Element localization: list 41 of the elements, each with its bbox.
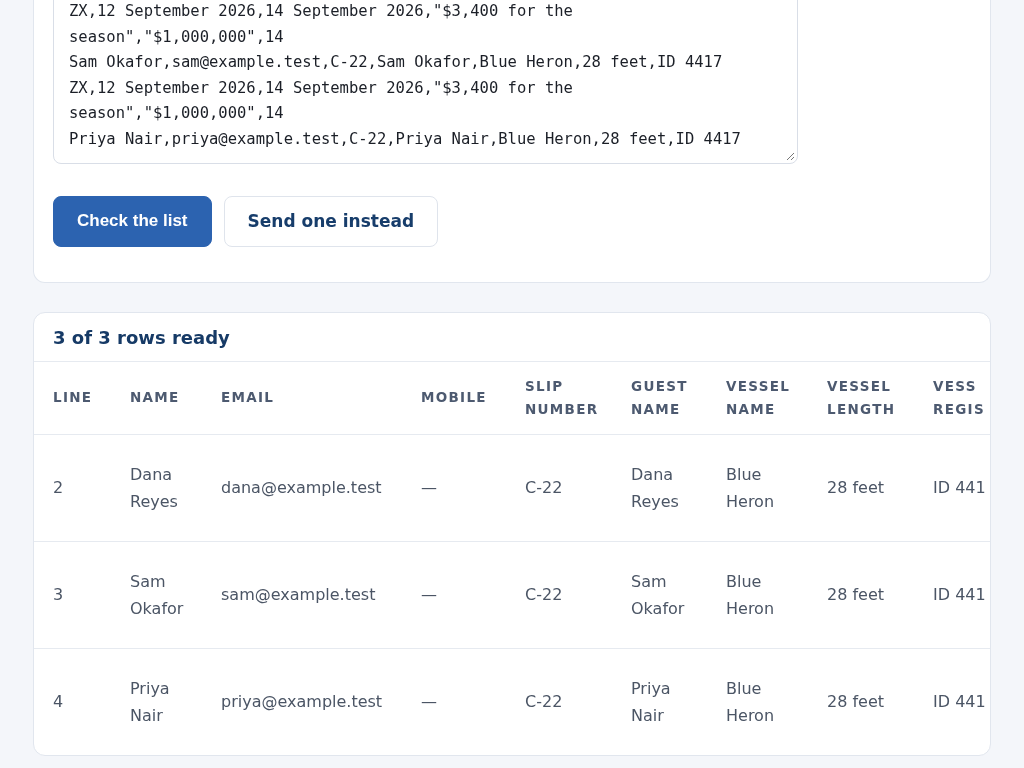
table-cell-text: 28 feet: [827, 691, 886, 714]
table-cell-text: C-22: [525, 584, 564, 607]
table-cell-text: ID 441: [933, 691, 987, 714]
table-cell-text: Blue Heron: [726, 463, 776, 513]
table-cell-text: Dana Reyes: [130, 463, 179, 513]
table-cell-text: Priya Nair: [130, 677, 171, 727]
table-cell-text: ID 441: [933, 584, 987, 607]
table-cell-text: Priya Nair: [631, 677, 672, 727]
column-header: EMAIL: [221, 388, 276, 408]
column-header: VESSEL LENGTH: [827, 376, 897, 419]
preview-title: 3 of 3 rows ready: [34, 312, 990, 362]
table-cell-text: Blue Heron: [726, 570, 776, 620]
table-cell-text: —: [421, 584, 438, 607]
table-cell-text: 28 feet: [827, 584, 886, 607]
table-cell-text: C-22: [525, 691, 564, 714]
table-cell-text: Dana Reyes: [631, 463, 680, 513]
column-header: VESSEL NAME: [726, 376, 792, 419]
table-cell-text: priya@example.test: [221, 691, 384, 714]
table-cell-text: Sam Okafor: [130, 570, 185, 620]
check-button[interactable]: Check the list: [53, 195, 212, 247]
table-cell-text: 2: [53, 477, 65, 500]
column-header: LINE: [53, 388, 94, 408]
table-cell-text: Blue Heron: [726, 677, 776, 727]
table-cell-text: sam@example.test: [221, 584, 377, 607]
table-cell-text: 3: [53, 584, 65, 607]
table-cell-text: Sam Okafor: [631, 570, 686, 620]
column-header: SLIP NUMBER: [525, 376, 600, 419]
table-cell-text: dana@example.test: [221, 477, 383, 500]
column-header: NAME: [130, 388, 181, 408]
resize-grip-icon[interactable]: [786, 151, 795, 161]
column-header: MOBILE: [421, 388, 488, 408]
list-field[interactable]: ZX,12 September 2026,14 September 2026,"$3,400 for the season","$1,000,000",14 Sam Okafor,sam@example.test,C-22,Sam Okafor,Blue Heron,28 feet,ID 4417 ZX,12 September 2026,14 September 2026,"$3,400 for the season","$1,000,000",14 Priya Nair,priya@example.test,C-22,Priya Nair,Blue Heron,28 feet,ID 4417: [53, 0, 798, 164]
table-cell-text: —: [421, 477, 438, 500]
table-cell-text: ID 441: [933, 477, 987, 500]
table-cell-text: —: [421, 691, 438, 714]
column-header: GUEST NAME: [631, 376, 689, 419]
table-cell-text: 28 feet: [827, 477, 886, 500]
table-cell-text: C-22: [525, 477, 564, 500]
column-header: VESS REGIS: [933, 376, 986, 419]
send-button[interactable]: Send one instead: [223, 195, 439, 247]
table-cell-text: 4: [53, 691, 65, 714]
